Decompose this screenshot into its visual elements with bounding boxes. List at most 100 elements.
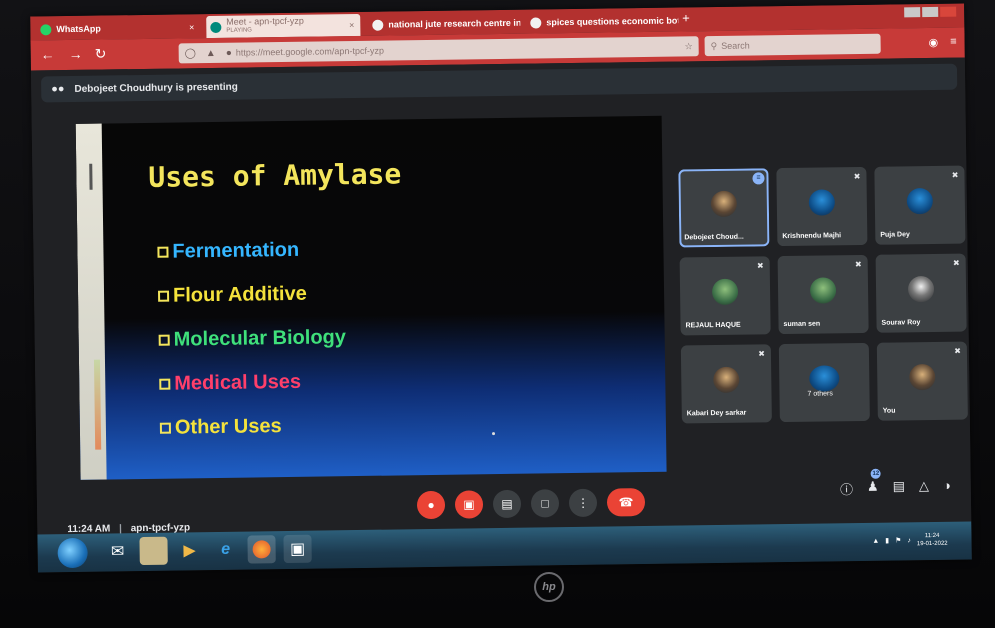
google-icon xyxy=(372,19,384,31)
slide-bullet: Medical Uses xyxy=(159,371,301,396)
slide-bullet: Molecular Biology xyxy=(158,326,347,352)
hp-logo: hp xyxy=(534,572,564,602)
bullet-text: Flour Additive xyxy=(172,282,307,307)
tab-whatsapp[interactable]: WhatsApp × xyxy=(36,16,200,40)
participant-tile[interactable]: ✖ Puja Dey xyxy=(874,165,966,245)
tab-close-icon[interactable]: × xyxy=(189,22,194,32)
present-button[interactable]: □ xyxy=(530,489,560,518)
start-button[interactable] xyxy=(57,537,88,569)
slide-bullet: Flour Additive xyxy=(158,283,307,308)
file-explorer-icon[interactable] xyxy=(139,536,168,566)
clock-date: 19-01-2022 xyxy=(916,540,948,548)
flag-icon[interactable]: ⚑ xyxy=(895,536,901,544)
mic-off-icon: ✖ xyxy=(952,258,960,268)
presentation-slide: Uses of Amylase Fermentation Flour Addit… xyxy=(75,115,667,480)
tab-label: national jute research centre in xyxy=(388,17,521,30)
back-arrow-icon[interactable]: ← xyxy=(41,46,55,62)
slide-bullet: Other Uses xyxy=(159,415,282,440)
tab-label: spices questions economic bot xyxy=(546,15,679,28)
mic-off-icon: ✖ xyxy=(954,346,961,356)
present-icon: □ xyxy=(541,496,549,511)
avatar xyxy=(907,275,935,303)
meet-icon xyxy=(210,21,222,33)
clock[interactable]: 11:24 19-01-2022 xyxy=(917,532,948,548)
participant-name: Krishnendu Majhi xyxy=(782,232,842,241)
participant-name: Kabari Dey sarkar xyxy=(686,409,747,418)
volume-icon[interactable]: ♪ xyxy=(907,537,911,544)
microphone-icon: ● xyxy=(225,47,232,59)
bookmark-star-icon[interactable]: ☆ xyxy=(684,41,692,52)
reload-icon[interactable]: ↻ xyxy=(95,45,107,61)
checkbox-icon xyxy=(159,378,171,390)
avatar-group xyxy=(809,365,840,392)
host-controls-icon[interactable]: ◑ xyxy=(943,478,951,497)
media-player-icon[interactable]: ▶ xyxy=(175,536,203,564)
menu-icon[interactable]: ≡ xyxy=(950,36,957,49)
bullet-text: Molecular Biology xyxy=(173,326,347,351)
people-button[interactable]: 12 ♟ xyxy=(867,468,881,498)
participant-tile[interactable]: ✖ Krishnendu Majhi xyxy=(776,166,868,247)
checkbox-icon xyxy=(158,334,170,346)
others-tile[interactable]: 7 others xyxy=(778,342,870,423)
system-tray: ▲ ▮ ⚑ ♪ 11:24 19-01-2022 xyxy=(872,532,947,549)
tab-meet[interactable]: Meet - apn-tpcf-yzp PLAYING × xyxy=(206,13,361,39)
minimize-button[interactable] xyxy=(904,7,921,18)
participant-tile[interactable]: ✖ Kabari Dey sarkar xyxy=(680,344,772,424)
info-icon[interactable]: ⓘ xyxy=(840,479,853,498)
maximize-button[interactable] xyxy=(922,6,939,18)
call-controls: ● ▣ ▤ □ ⋮ ☎ xyxy=(416,488,646,520)
avatar xyxy=(808,189,836,216)
captions-button[interactable]: ▤ xyxy=(492,489,522,519)
chat-icon[interactable]: ▤ xyxy=(893,478,906,497)
participant-name: Puja Dey xyxy=(880,231,910,239)
network-icon[interactable]: ▮ xyxy=(885,537,889,545)
participant-name: Sourav Roy xyxy=(881,319,921,327)
strip-mark xyxy=(89,163,93,190)
participant-tile-self[interactable]: ✖ You xyxy=(876,341,968,421)
others-count: 7 others xyxy=(807,390,833,398)
participant-tile[interactable]: ✖ Sourav Roy xyxy=(875,253,967,333)
search-placeholder: Search xyxy=(721,40,750,51)
activities-icon[interactable]: △ xyxy=(919,478,929,497)
show-hidden-icons[interactable]: ▲ xyxy=(872,537,879,544)
bullet-text: Other Uses xyxy=(174,415,282,439)
forward-arrow-icon[interactable]: → xyxy=(69,46,83,62)
slide-bullet: Fermentation xyxy=(157,239,299,264)
participant-tile[interactable]: ≡ Debojeet Choud... xyxy=(678,168,770,248)
slide-title: Uses of Amylase xyxy=(148,157,402,194)
tab-close-icon[interactable]: × xyxy=(349,20,354,30)
pocket-icon[interactable]: ◉ xyxy=(928,36,939,49)
participant-tile[interactable]: ✖ REJAUL HAQUE xyxy=(679,256,771,336)
presenter-avatars-icon: ●● xyxy=(51,83,65,96)
avatar xyxy=(906,187,934,215)
more-options-button[interactable]: ⋮ xyxy=(568,488,598,518)
tab-jute[interactable]: national jute research centre in × xyxy=(368,12,520,36)
participant-name: You xyxy=(882,407,896,415)
address-bar[interactable]: ◯ ▲ ● https://meet.google.com/apn-tpcf-y… xyxy=(178,36,699,64)
search-bar[interactable]: ⚲ Search xyxy=(704,33,881,57)
close-window-button[interactable] xyxy=(940,6,957,17)
mic-toggle-button[interactable]: ● xyxy=(416,490,446,520)
leave-call-button[interactable]: ☎ xyxy=(606,488,646,517)
app-window-icon[interactable]: ▣ xyxy=(283,534,312,564)
participant-tile[interactable]: ✖ suman sen xyxy=(777,254,869,335)
mail-app-icon[interactable]: ✉ xyxy=(103,537,131,565)
internet-explorer-icon[interactable]: e xyxy=(211,536,239,564)
avatar xyxy=(713,366,740,394)
mouse-pointer xyxy=(492,432,496,436)
bullet-text: Fermentation xyxy=(172,238,300,263)
new-tab-button[interactable]: + xyxy=(682,10,690,25)
checkbox-icon xyxy=(159,422,172,434)
camera-off-icon: ▣ xyxy=(463,497,475,512)
camera-toggle-button[interactable]: ▣ xyxy=(454,490,484,519)
url-text: https://meet.google.com/apn-tpcf-yzp xyxy=(235,45,384,58)
phone-hangup-icon: ☎ xyxy=(618,495,634,510)
avatar xyxy=(809,277,837,304)
mic-off-icon: ✖ xyxy=(951,170,959,180)
mic-off-icon: ✖ xyxy=(854,259,862,270)
tab-playing-label: PLAYING xyxy=(226,27,252,34)
side-controls: ⓘ 12 ♟ ▤ △ ◑ xyxy=(840,468,951,499)
participant-name: REJAUL HAQUE xyxy=(685,321,741,330)
tab-spices[interactable]: spices questions economic bot × xyxy=(526,9,678,33)
firefox-icon[interactable] xyxy=(247,535,276,564)
